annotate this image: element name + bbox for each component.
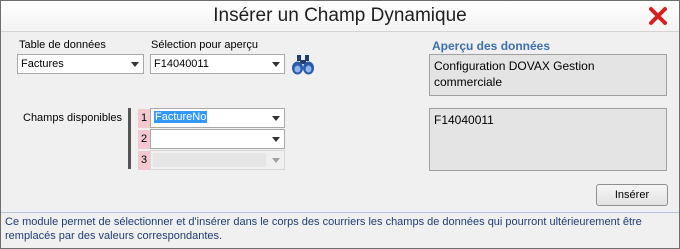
- field-select-3: [150, 150, 285, 170]
- preview-select[interactable]: F14040011: [150, 54, 285, 74]
- data-preview-line-1: Configuration DOVAX Gestion commerciale: [434, 59, 595, 89]
- footer-separator: [1, 212, 679, 213]
- footer-help-text: Ce module permet de sélectionner et d'in…: [5, 216, 642, 242]
- chevron-down-icon: [272, 137, 280, 142]
- title-bar: Insérer un Champ Dynamique: [1, 1, 679, 32]
- field-select-3-value-area: [153, 153, 266, 167]
- fields-divider: [128, 108, 131, 169]
- data-preview-line-2: F14040011: [434, 113, 494, 127]
- chevron-down-icon: [272, 62, 280, 67]
- table-select[interactable]: Factures: [17, 54, 144, 74]
- field-number: 1: [138, 109, 150, 128]
- table-select-value: Factures: [21, 58, 64, 70]
- insert-button[interactable]: Insérer: [596, 184, 668, 206]
- data-preview-heading: Aperçu des données: [432, 39, 551, 53]
- field-select-1[interactable]: FactureNo: [150, 108, 285, 128]
- data-preview-box-1: Configuration DOVAX Gestion commerciale: [429, 54, 667, 96]
- chevron-down-icon: [272, 116, 280, 121]
- field-number: 3: [138, 151, 150, 170]
- chevron-down-icon: [131, 62, 139, 67]
- close-icon[interactable]: [647, 5, 669, 27]
- field-number: 2: [138, 130, 150, 149]
- binoculars-icon[interactable]: [291, 54, 315, 76]
- preview-select-value: F14040011: [154, 58, 209, 70]
- dialog-window: Insérer un Champ Dynamique Table de donn…: [0, 0, 680, 249]
- chevron-down-icon: [272, 158, 280, 163]
- table-label: Table de données: [19, 39, 106, 51]
- window-title: Insérer un Champ Dynamique: [213, 5, 467, 26]
- preview-label: Sélection pour aperçu: [151, 39, 259, 51]
- fields-label: Champs disponibles: [23, 112, 123, 124]
- field-select-1-value: FactureNo: [154, 111, 208, 123]
- field-select-2[interactable]: [150, 129, 285, 149]
- data-preview-box-2: F14040011: [429, 108, 667, 171]
